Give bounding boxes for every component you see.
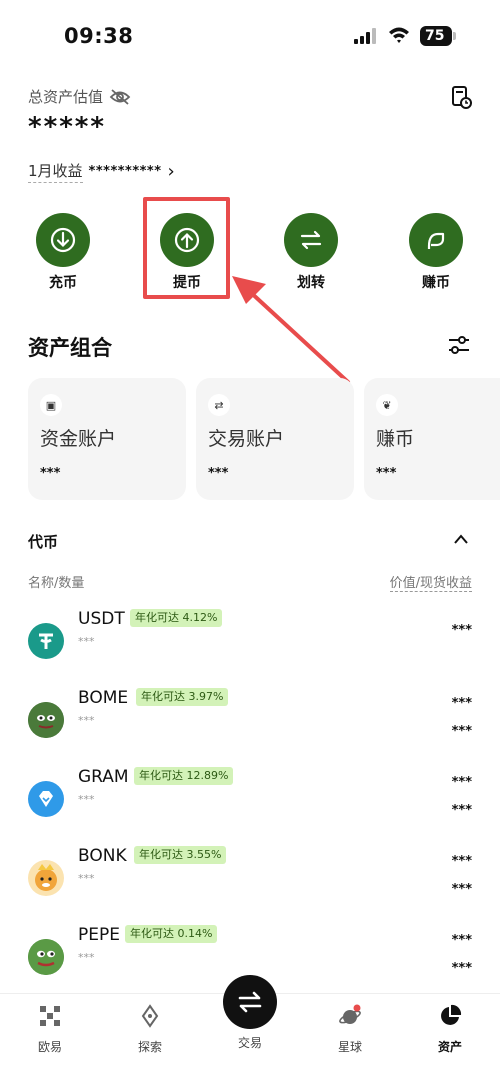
card-name: 赚币 [376,428,415,450]
gram-logo-icon [28,781,64,817]
token-value: *** [451,933,472,948]
token-quantity: *** [78,793,95,806]
nav-item-assets[interactable]: 资产 [400,994,500,1055]
status-bar: 09:38 75 [0,0,500,70]
transfer-icon: ⇄ [208,394,230,416]
apy-badge[interactable]: 年化可达 0.14% [125,925,218,943]
history-icon[interactable] [448,84,474,110]
wifi-icon [389,27,409,43]
deposit-button[interactable]: 充币 [23,210,103,292]
token-value: *** [451,775,472,790]
funding-account-card[interactable]: ▣ 资金账户 *** [28,378,186,500]
token-row-usdt[interactable]: USDT 年化可达 4.12% *** *** [0,609,500,681]
token-pnl: *** [451,803,472,818]
earn-icon: ❦ [376,394,398,416]
token-row-bome[interactable]: BOME 年化可达 3.97% *** *** *** [0,688,500,760]
wallet-icon: ▣ [40,394,62,416]
card-value: *** [40,466,61,481]
bome-logo-icon [28,702,64,738]
battery-icon: 75 [420,26,456,46]
monthly-income-value: ********** [88,164,162,179]
column-header-name: 名称/数量 [28,576,85,591]
card-name: 交易账户 [208,428,285,450]
nav-label: 探索 [137,1040,162,1054]
okx-logo-icon [40,1006,60,1026]
earn-label: 赚币 [422,275,450,291]
earn-icon [409,213,463,267]
card-value: *** [208,466,229,481]
tokens-title: 代币 [28,533,59,551]
apy-badge[interactable]: 年化可达 12.89% [134,767,234,785]
nav-label: 星球 [337,1040,362,1054]
usdt-logo-icon [28,623,64,659]
compass-icon [141,1004,159,1028]
swap-icon [238,991,262,1013]
cellular-signal-icon [354,28,378,44]
token-value: *** [451,696,472,711]
chevron-right-icon: › [167,160,175,182]
token-symbol: BOME [78,688,129,708]
token-pnl: *** [451,882,472,897]
total-assets-row: 总资产估值 [28,86,131,107]
token-symbol: GRAM [78,767,129,787]
token-row-gram[interactable]: GRAM 年化可达 12.89% *** *** *** [0,767,500,839]
pie-chart-icon [441,1004,462,1025]
portfolio-cards: ▣ 资金账户 *** ⇄ 交易账户 *** ❦ 赚币 *** [28,378,500,500]
total-assets-label: 总资产估值 [28,88,104,106]
trading-account-card[interactable]: ⇄ 交易账户 *** [196,378,354,500]
token-quantity: *** [78,872,95,885]
token-symbol: USDT [78,609,125,629]
monthly-income-label: 1月收益 [28,160,83,183]
card-name: 资金账户 [40,428,117,450]
token-value: *** [451,854,472,869]
transfer-icon [284,213,338,267]
eye-off-icon[interactable] [109,88,131,106]
deposit-label: 充币 [49,275,77,291]
nav-label: 资产 [437,1040,462,1054]
nav-label: 欧易 [37,1040,62,1054]
column-header-value[interactable]: 价值/现货收益 [389,572,472,592]
earn-button[interactable]: 赚币 [396,210,476,292]
bonk-logo-icon [28,860,64,896]
card-value: *** [376,466,397,481]
highlight-annotation-box [143,197,230,299]
token-row-bonk[interactable]: BONK 年化可达 3.55% *** *** *** [0,846,500,918]
token-quantity: *** [78,635,95,648]
portfolio-title: 资产组合 [28,336,112,360]
apy-badge[interactable]: 年化可达 3.55% [134,846,227,864]
monthly-income-row[interactable]: 1月收益 ********** › [28,160,175,183]
sliders-icon[interactable] [446,332,472,358]
token-quantity: *** [78,951,95,964]
token-symbol: BONK [78,846,127,866]
token-value: *** [451,623,472,638]
nav-item-okx[interactable]: 欧易 [0,994,100,1055]
token-symbol: PEPE [78,925,120,945]
apy-badge[interactable]: 年化可达 3.97% [136,688,229,706]
trade-button[interactable] [223,975,277,1029]
planet-icon [339,1004,361,1024]
nav-item-explore[interactable]: 探索 [100,994,200,1055]
token-quantity: *** [78,714,95,727]
status-time: 09:38 [64,24,134,48]
earn-card[interactable]: ❦ 赚币 *** [364,378,500,500]
trade-label: 交易 [237,1036,262,1050]
token-pnl: *** [451,961,472,976]
token-pnl: *** [451,724,472,739]
deposit-icon [36,213,90,267]
apy-badge[interactable]: 年化可达 4.12% [130,609,223,627]
total-assets-value: ***** [28,112,106,142]
chevron-up-icon[interactable] [452,532,470,546]
annotation-arrow-icon [232,276,350,384]
pepe-logo-icon [28,939,64,975]
nav-item-planet[interactable]: 星球 [300,994,400,1055]
